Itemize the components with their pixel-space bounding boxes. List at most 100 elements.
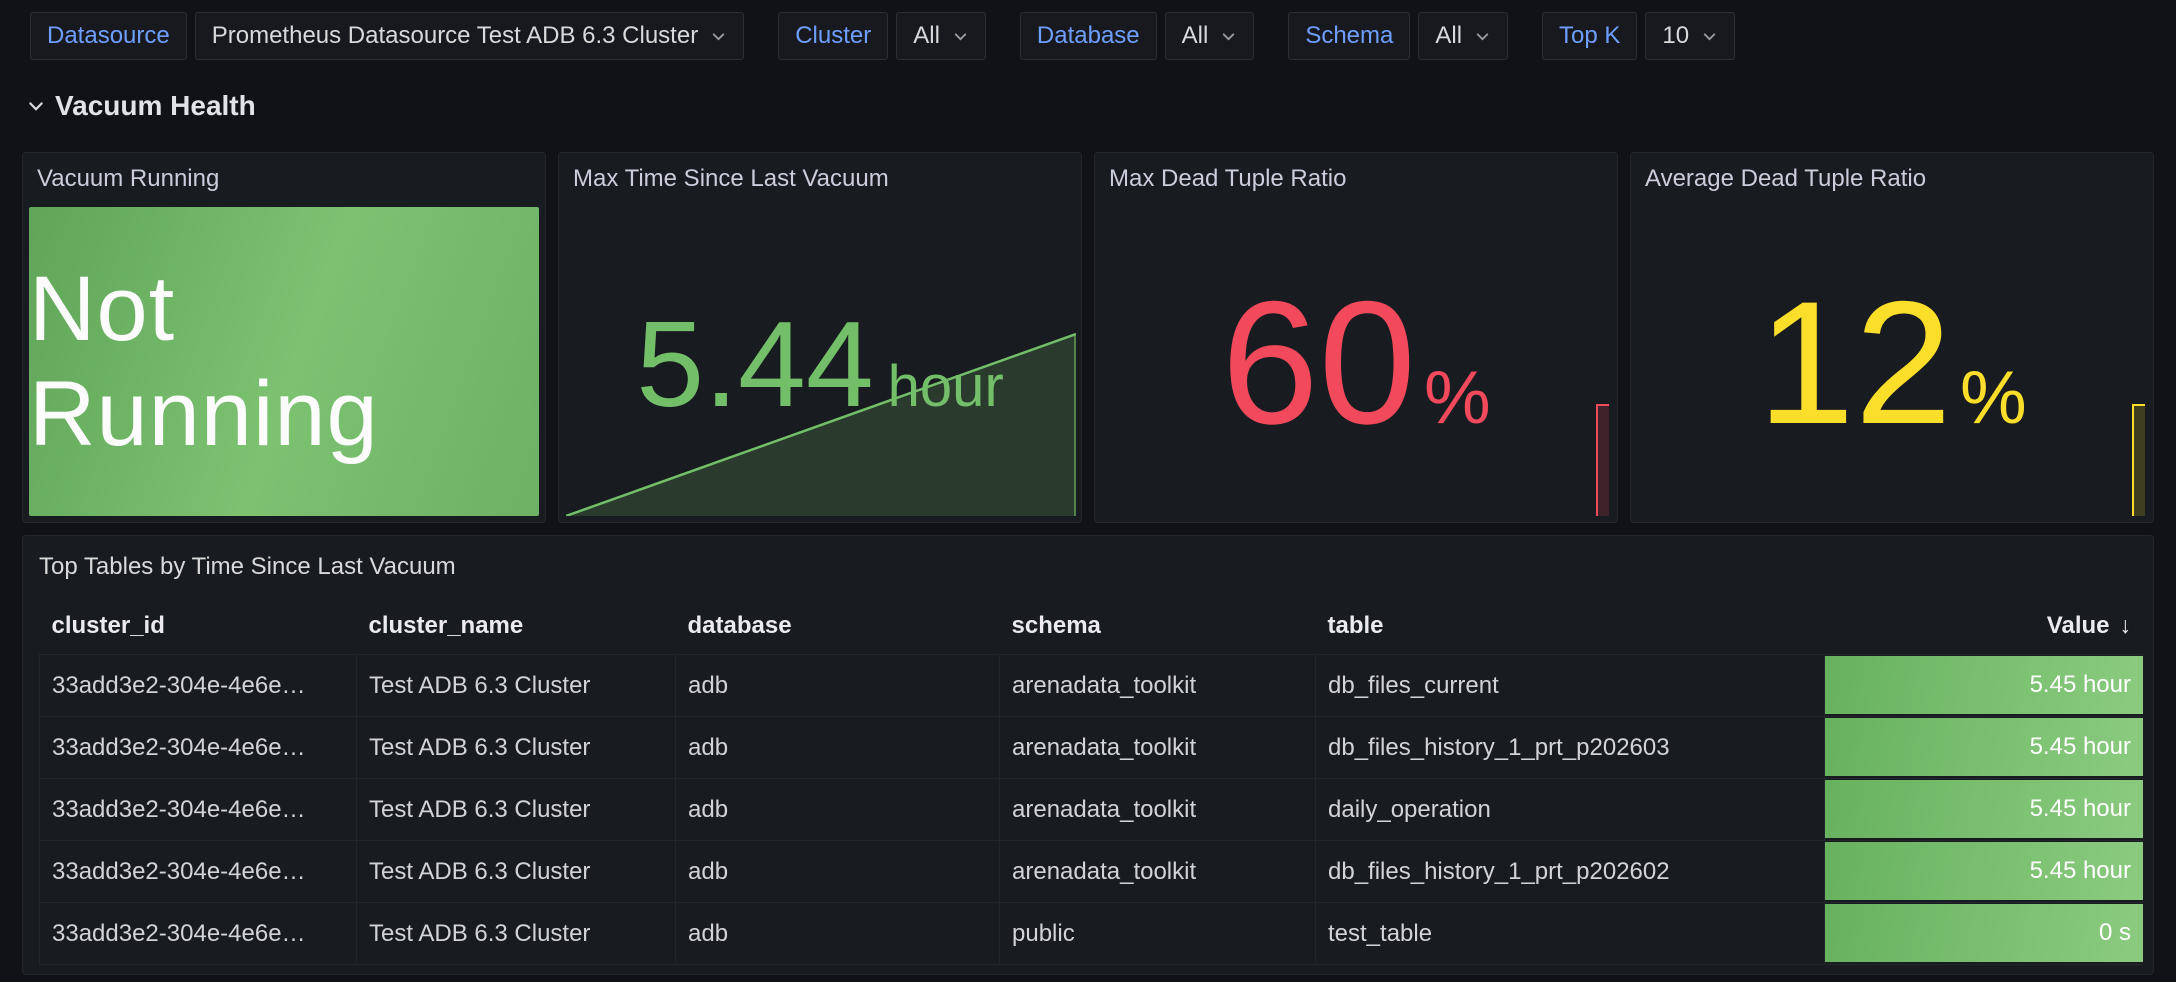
- var-database-select[interactable]: All: [1165, 12, 1255, 60]
- var-topk-label: Top K: [1542, 12, 1637, 60]
- cell-value: 5.45 hour: [1825, 717, 2144, 779]
- var-cluster-select[interactable]: All: [896, 12, 986, 60]
- cell-cluster-id: 33add3e2-304e-4e6e…: [40, 779, 357, 841]
- column-header-table[interactable]: table: [1316, 598, 1825, 655]
- stat-background-fill: Not Running: [29, 207, 539, 516]
- var-group-topk: Top K 10: [1542, 12, 1735, 60]
- cell-schema: arenadata_toolkit: [1000, 655, 1316, 717]
- value-cell-bar: 5.45 hour: [1825, 656, 2143, 714]
- stat-body: Not Running: [23, 205, 545, 522]
- cell-cluster-id: 33add3e2-304e-4e6e…: [40, 717, 357, 779]
- var-datasource-value: Prometheus Datasource Test ADB 6.3 Clust…: [212, 22, 698, 50]
- value-cell-bar: 5.45 hour: [1825, 842, 2143, 900]
- cell-table: db_files_history_1_prt_p202603: [1316, 717, 1825, 779]
- var-schema-label: Schema: [1288, 12, 1410, 60]
- table-container: cluster_id cluster_name database schema …: [39, 598, 2143, 968]
- cell-schema: arenadata_toolkit: [1000, 779, 1316, 841]
- bar-sparkline: [2132, 404, 2145, 516]
- var-group-schema: Schema All: [1288, 12, 1508, 60]
- panel-max-time-since-last-vacuum: Max Time Since Last Vacuum 5.44 hour: [558, 152, 1082, 523]
- value-cell-bar: 5.45 hour: [1825, 780, 2143, 838]
- stat-body: 60 %: [1095, 205, 1617, 522]
- table-row: 33add3e2-304e-4e6e… Test ADB 6.3 Cluster…: [40, 779, 2144, 841]
- table-row: 33add3e2-304e-4e6e… Test ADB 6.3 Cluster…: [40, 717, 2144, 779]
- panel-average-dead-tuple-ratio: Average Dead Tuple Ratio 12 %: [1630, 152, 2154, 523]
- cell-schema: public: [1000, 903, 1316, 965]
- stat-value-row: 5.44 hour: [636, 294, 1004, 434]
- cell-schema: arenadata_toolkit: [1000, 841, 1316, 903]
- section-title: Vacuum Health: [55, 90, 256, 122]
- cell-database: adb: [676, 903, 1000, 965]
- value-cell-bar: 5.45 hour: [1825, 718, 2143, 776]
- cell-value: 0 s: [1825, 903, 2144, 965]
- cell-value: 5.45 hour: [1825, 655, 2144, 717]
- table-row: 33add3e2-304e-4e6e… Test ADB 6.3 Cluster…: [40, 841, 2144, 903]
- panel-max-dead-tuple-ratio: Max Dead Tuple Ratio 60 %: [1094, 152, 1618, 523]
- panel-top-tables: Top Tables by Time Since Last Vacuum clu…: [22, 535, 2154, 975]
- cell-cluster-id: 33add3e2-304e-4e6e…: [40, 841, 357, 903]
- var-datasource-label: Datasource: [30, 12, 187, 60]
- cell-database: adb: [676, 841, 1000, 903]
- column-header-cluster-name[interactable]: cluster_name: [357, 598, 676, 655]
- panel-title[interactable]: Top Tables by Time Since Last Vacuum: [23, 536, 2153, 598]
- cell-database: adb: [676, 779, 1000, 841]
- cell-cluster-name: Test ADB 6.3 Cluster: [357, 903, 676, 965]
- cell-cluster-id: 33add3e2-304e-4e6e…: [40, 655, 357, 717]
- var-group-database: Database All: [1020, 12, 1254, 60]
- chevron-down-icon: [26, 96, 46, 116]
- cell-table: db_files_history_1_prt_p202602: [1316, 841, 1825, 903]
- var-cluster-label: Cluster: [778, 12, 888, 60]
- var-topk-value: 10: [1662, 22, 1689, 50]
- cell-cluster-name: Test ADB 6.3 Cluster: [357, 717, 676, 779]
- column-header-value-label: Value: [2047, 612, 2110, 639]
- column-header-database[interactable]: database: [676, 598, 1000, 655]
- cell-table: test_table: [1316, 903, 1825, 965]
- top-tables-table: cluster_id cluster_name database schema …: [39, 598, 2143, 965]
- cell-cluster-name: Test ADB 6.3 Cluster: [357, 779, 676, 841]
- panel-title[interactable]: Max Dead Tuple Ratio: [1095, 153, 1617, 205]
- cell-schema: arenadata_toolkit: [1000, 717, 1316, 779]
- cell-cluster-name: Test ADB 6.3 Cluster: [357, 655, 676, 717]
- var-database-label: Database: [1020, 12, 1157, 60]
- table-row: 33add3e2-304e-4e6e… Test ADB 6.3 Cluster…: [40, 655, 2144, 717]
- cell-database: adb: [676, 655, 1000, 717]
- cell-table: daily_operation: [1316, 779, 1825, 841]
- var-schema-value: All: [1435, 22, 1462, 50]
- panel-title[interactable]: Max Time Since Last Vacuum: [559, 153, 1081, 205]
- chevron-down-icon: [710, 28, 727, 45]
- row-header-vacuum-health[interactable]: Vacuum Health: [26, 90, 256, 122]
- grafana-dashboard: Datasource Prometheus Datasource Test AD…: [0, 0, 2176, 982]
- stat-body: 5.44 hour: [559, 205, 1081, 522]
- stat-unit: %: [1960, 354, 2027, 440]
- panel-title[interactable]: Average Dead Tuple Ratio: [1631, 153, 2153, 205]
- column-header-schema[interactable]: schema: [1000, 598, 1316, 655]
- sort-desc-icon: ↓: [2120, 612, 2132, 638]
- chevron-down-icon: [1220, 28, 1237, 45]
- var-datasource-select[interactable]: Prometheus Datasource Test ADB 6.3 Clust…: [195, 12, 744, 60]
- var-cluster-value: All: [913, 22, 940, 50]
- stat-value: 5.44: [636, 294, 873, 434]
- cell-database: adb: [676, 717, 1000, 779]
- var-schema-select[interactable]: All: [1418, 12, 1508, 60]
- value-cell-bar: 0 s: [1825, 904, 2143, 962]
- var-topk-select[interactable]: 10: [1645, 12, 1735, 60]
- var-group-cluster: Cluster All: [778, 12, 986, 60]
- cell-cluster-id: 33add3e2-304e-4e6e…: [40, 903, 357, 965]
- stat-value: 12: [1757, 263, 1952, 464]
- chevron-down-icon: [1474, 28, 1491, 45]
- stat-value-row: 60 %: [1221, 263, 1490, 464]
- column-header-value[interactable]: Value ↓: [1825, 598, 2144, 655]
- panel-title[interactable]: Vacuum Running: [23, 153, 545, 205]
- bar-sparkline: [1596, 404, 1609, 516]
- cell-value: 5.45 hour: [1825, 841, 2144, 903]
- panel-vacuum-running: Vacuum Running Not Running: [22, 152, 546, 523]
- stat-value: 60: [1221, 263, 1416, 464]
- table-header-row: cluster_id cluster_name database schema …: [40, 598, 2144, 655]
- column-header-cluster-id[interactable]: cluster_id: [40, 598, 357, 655]
- var-group-datasource: Datasource Prometheus Datasource Test AD…: [30, 12, 744, 60]
- stat-unit: %: [1424, 354, 1491, 440]
- stat-value-row: 12 %: [1757, 263, 2026, 464]
- stat-body: 12 %: [1631, 205, 2153, 522]
- variables-toolbar: Datasource Prometheus Datasource Test AD…: [30, 12, 1769, 60]
- table-row: 33add3e2-304e-4e6e… Test ADB 6.3 Cluster…: [40, 903, 2144, 965]
